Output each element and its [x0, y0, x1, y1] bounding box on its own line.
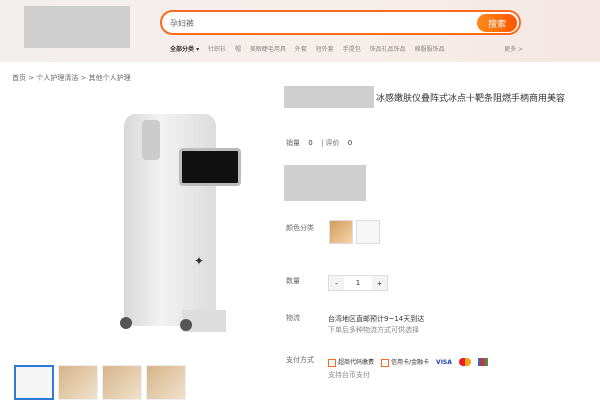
category-item[interactable]: 手提包 — [343, 46, 361, 53]
product-title: 冰感嫩肤仪叠阵式冰点十靶条阻燃手柄商用美容 — [376, 94, 566, 104]
color-option[interactable] — [329, 220, 353, 244]
receipt-icon — [328, 358, 336, 367]
main-product-image: ✦ — [82, 92, 272, 348]
quantity-input[interactable] — [344, 276, 372, 290]
sales-label: 销量 — [286, 139, 300, 147]
wheel-icon — [180, 319, 192, 331]
thumbnail[interactable] — [102, 365, 142, 400]
price-redaction — [284, 165, 366, 201]
convenience-store-payment[interactable]: 超商代码缴费 — [328, 357, 374, 367]
category-more[interactable]: 更多 > — [504, 44, 523, 53]
visa-icon: VISA — [436, 358, 452, 366]
jcb-icon — [477, 358, 488, 366]
quantity-label: 数量 — [286, 277, 300, 285]
thumbnail[interactable] — [58, 365, 98, 400]
wheel-icon — [120, 317, 132, 329]
beauty-machine-image: ✦ — [124, 114, 241, 332]
card-payment[interactable]: 信用卡/金融卡 — [381, 357, 429, 367]
thumbnail-active[interactable] — [14, 365, 54, 400]
wing-logo-icon: ✦ — [194, 254, 205, 268]
search-button[interactable]: 搜索 — [477, 14, 517, 32]
payment-methods: 超商代码缴费 信用卡/金融卡 VISA — [328, 356, 488, 368]
category-item[interactable]: 美眼睫毛用具 — [250, 46, 286, 53]
divider: | — [320, 139, 324, 147]
review-label: 评价 — [325, 139, 340, 147]
category-item[interactable]: 棉服服饰品 — [415, 46, 445, 53]
machine-handle-image — [142, 120, 160, 160]
category-item[interactable]: 短外套 — [316, 46, 334, 53]
header: 搜索 全部分类 ▾ 针织衫 帽 美眼睫毛用具 外套 短外套 手提包 饰品礼品饰品… — [0, 0, 600, 62]
increase-button[interactable]: + — [372, 276, 387, 290]
search-input[interactable] — [170, 15, 470, 31]
product-stats: 销量 0 | 评价 0 — [286, 138, 358, 148]
mastercard-icon — [458, 358, 471, 366]
category-item[interactable]: 外套 — [295, 46, 307, 53]
category-nav: 全部分类 ▾ 针织衫 帽 美眼睫毛用具 外套 短外套 手提包 饰品礼品饰品 棉服… — [170, 44, 530, 56]
machine-screen-image — [179, 148, 241, 186]
shipping-note: 下单后多种物流方式可供选择 — [328, 326, 419, 334]
payment-label: 支付方式 — [286, 356, 314, 364]
category-item[interactable]: 帽 — [235, 46, 241, 53]
payment-subtext: 支持台币支付 — [328, 371, 370, 379]
review-count: 0 — [347, 139, 353, 147]
quantity-stepper: - + — [328, 275, 388, 291]
color-option[interactable] — [356, 220, 380, 244]
card-icon — [381, 358, 390, 367]
thumbnail[interactable] — [146, 365, 186, 400]
title-redaction — [284, 86, 374, 108]
sales-count: 0 — [308, 139, 313, 147]
decrease-button[interactable]: - — [329, 276, 344, 290]
shipping-label: 物流 — [286, 314, 300, 322]
search-bar: 搜索 — [160, 10, 521, 35]
breadcrumb[interactable]: 首页 > 个人护理清洁 > 其他个人护理 — [12, 73, 131, 83]
category-all[interactable]: 全部分类 ▾ — [170, 46, 199, 53]
thumbnail-strip — [14, 365, 194, 400]
category-item[interactable]: 针织衫 — [208, 46, 226, 53]
logo[interactable] — [24, 6, 130, 48]
shipping-estimate: 台湾地区直邮预计9~14天到达 — [328, 315, 425, 323]
color-label: 颜色分类 — [286, 224, 314, 232]
category-item[interactable]: 饰品礼品饰品 — [370, 46, 406, 53]
